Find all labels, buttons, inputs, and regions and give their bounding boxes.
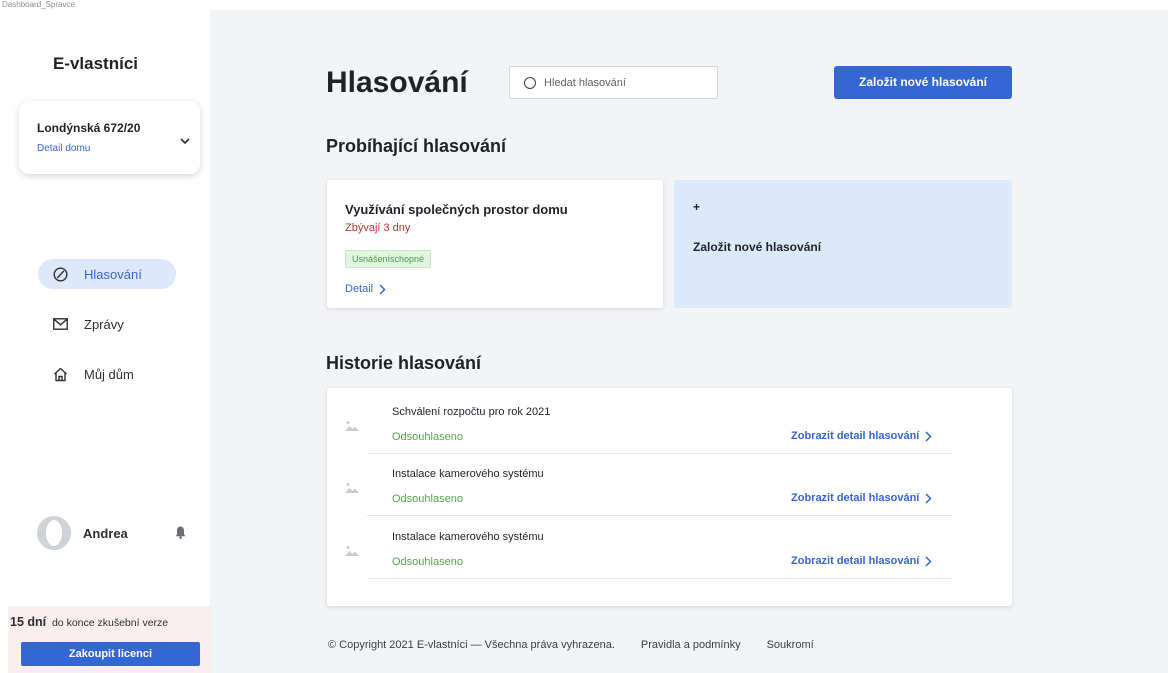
- vote-remaining: Zbývají 3 dny: [345, 222, 411, 234]
- history-list: Schválení rozpočtu pro rok 2021 Odsouhla…: [327, 388, 1012, 606]
- house-selector[interactable]: Londýnská 672/20 Detail domu: [19, 101, 200, 174]
- chevron-down-icon[interactable]: [180, 138, 190, 145]
- app-frame: E-vlastníci Londýnská 672/20 Detail domu…: [8, 10, 1168, 673]
- table-row[interactable]: Instalace kamerového systému Odsouhlasen…: [327, 454, 1012, 516]
- chevron-right-icon: [925, 555, 932, 567]
- row-status: Odsouhlaseno: [392, 493, 463, 505]
- vote-circle-icon: [52, 266, 68, 282]
- table-row[interactable]: Instalace kamerového systému Odsouhlasen…: [327, 517, 1012, 579]
- search-input[interactable]: [544, 76, 704, 89]
- show-vote-detail-link[interactable]: Zobrazit detail hlasování: [791, 492, 932, 504]
- house-icon: [52, 366, 68, 382]
- privacy-link[interactable]: Soukromí: [767, 639, 814, 651]
- show-vote-detail-link[interactable]: Zobrazit detail hlasování: [791, 555, 932, 567]
- nav-item-zpravy[interactable]: Zprávy: [38, 309, 176, 339]
- table-row[interactable]: Schválení rozpočtu pro rok 2021 Odsouhla…: [327, 392, 1012, 454]
- row-title: Instalace kamerového systému: [392, 468, 544, 480]
- bell-icon[interactable]: [175, 526, 186, 539]
- footer: © Copyright 2021 E-vlastníci — Všechna p…: [328, 639, 814, 651]
- nav-label: Hlasování: [84, 266, 142, 282]
- chevron-right-icon: [379, 283, 386, 295]
- row-status: Odsouhlaseno: [392, 431, 463, 443]
- plus-icon: +: [693, 200, 701, 214]
- create-vote-button[interactable]: Založit nové hlasování: [834, 66, 1012, 99]
- trial-banner: 15 dní do konce zkušební verze Zakoupit …: [8, 606, 210, 673]
- trial-days: 15 dní: [10, 615, 47, 629]
- create-vote-card[interactable]: + Založit nové hlasování: [674, 180, 1012, 308]
- image-placeholder-icon: [345, 546, 359, 556]
- image-placeholder-icon: [345, 421, 359, 431]
- avatar[interactable]: [37, 516, 71, 550]
- user-name: Andrea: [83, 525, 128, 541]
- image-placeholder-icon: [345, 483, 359, 493]
- trial-text: 15 dní do konce zkušební verze: [8, 615, 210, 629]
- row-status: Odsouhlaseno: [392, 556, 463, 568]
- nav-label: Zprávy: [84, 316, 124, 332]
- copyright-text: © Copyright 2021 E-vlastníci — Všechna p…: [328, 639, 615, 651]
- chevron-right-icon: [925, 430, 932, 442]
- nav-item-muj-dum[interactable]: Můj dům: [38, 359, 176, 389]
- nav-item-hlasovani[interactable]: Hlasování: [38, 259, 176, 289]
- row-link-label: Zobrazit detail hlasování: [791, 430, 920, 442]
- ongoing-section-title: Probíhající hlasování: [326, 136, 507, 156]
- terms-link[interactable]: Pravidla a podmínky: [641, 639, 741, 651]
- vote-detail-link[interactable]: Detail: [345, 283, 386, 295]
- ongoing-vote-card[interactable]: Využívání společných prostor domu Zbývaj…: [327, 180, 663, 308]
- row-title: Schválení rozpočtu pro rok 2021: [392, 406, 551, 418]
- buy-license-button[interactable]: Zakoupit licenci: [21, 642, 200, 666]
- history-section-title: Historie hlasování: [326, 353, 482, 373]
- envelope-icon: [52, 316, 68, 332]
- frame-label: Dashboard_Spravce: [2, 0, 75, 9]
- status-badge: Usnášeníschopné: [345, 250, 432, 268]
- app-logo: E-vlastníci: [52, 54, 139, 73]
- nav-label: Můj dům: [84, 366, 134, 382]
- vote-title: Využívání společných prostor domu: [345, 202, 568, 217]
- row-title: Instalace kamerového systému: [392, 531, 544, 543]
- show-vote-detail-link[interactable]: Zobrazit detail hlasování: [791, 430, 932, 442]
- user-profile[interactable]: Andrea: [37, 515, 187, 551]
- create-vote-card-label: Založit nové hlasování: [693, 240, 822, 254]
- row-link-label: Zobrazit detail hlasování: [791, 492, 920, 504]
- search-icon: [524, 76, 536, 89]
- row-link-label: Zobrazit detail hlasování: [791, 555, 920, 567]
- chevron-right-icon: [925, 492, 932, 504]
- trial-message: do konce zkušební verze: [51, 617, 169, 629]
- divider: [367, 515, 952, 516]
- sidebar: E-vlastníci Londýnská 672/20 Detail domu…: [8, 10, 210, 673]
- detail-label: Detail: [345, 283, 374, 295]
- search-box[interactable]: [509, 66, 718, 99]
- page-title: Hlasování: [326, 66, 468, 99]
- house-detail-link[interactable]: Detail domu: [37, 143, 90, 154]
- divider: [367, 578, 952, 579]
- house-name: Londýnská 672/20: [37, 121, 141, 135]
